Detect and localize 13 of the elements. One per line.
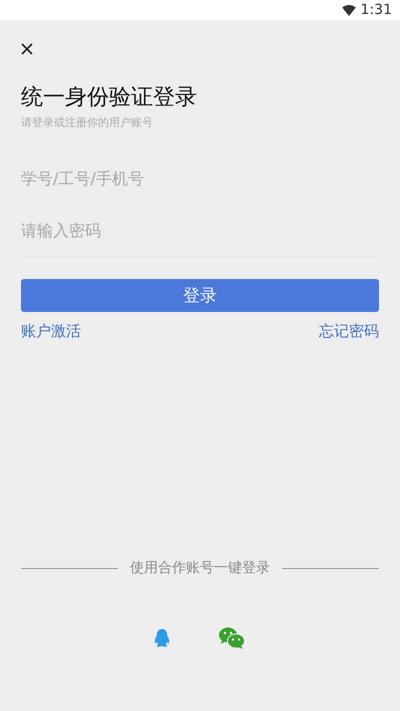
text-link[interactable]: 忘记密码 <box>319 322 379 341</box>
status-time: 1:31 <box>360 2 392 18</box>
chat-bubbles-icon[interactable] <box>219 627 245 649</box>
page-subtitle: 请登录或注册你的用户账号 <box>21 115 154 130</box>
penguin-icon[interactable] <box>153 628 171 648</box>
wifi-icon <box>342 4 356 16</box>
partner-login-label: 使用合作账号一键登录 <box>130 559 270 577</box>
login-button[interactable]: 登录 <box>21 279 379 312</box>
page-title: 统一身份验证登录 <box>21 84 198 112</box>
password-field[interactable]: 请输入密码 <box>21 204 379 257</box>
close-icon[interactable] <box>21 43 33 55</box>
text-link[interactable]: 账户激活 <box>21 322 81 341</box>
account-field[interactable]: 学号/工号/手机号 <box>21 152 379 204</box>
